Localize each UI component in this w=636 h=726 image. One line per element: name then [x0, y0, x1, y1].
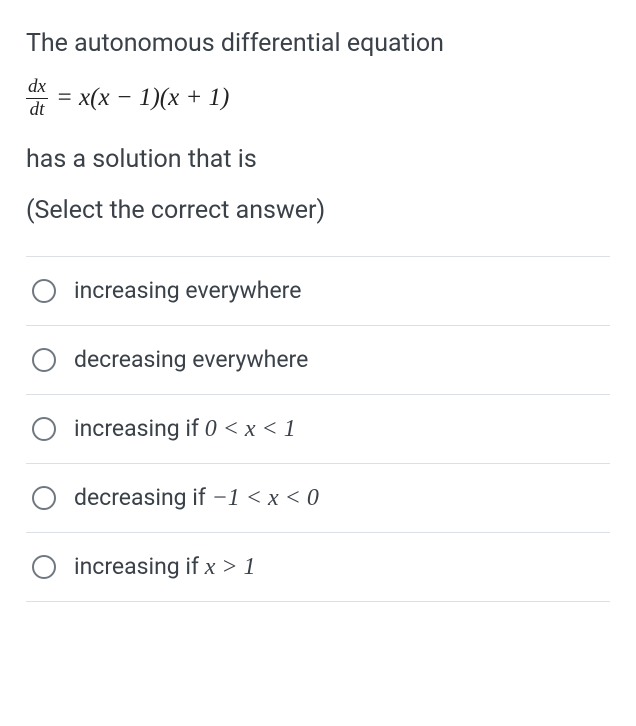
option-math: 0 < x < 1 — [205, 416, 296, 442]
fraction-dx-dt: dx dt — [26, 77, 48, 120]
option-math: −1 < x < 0 — [212, 485, 319, 511]
options-list: increasing everywhere decreasing everywh… — [26, 256, 610, 602]
radio-icon — [32, 279, 56, 303]
radio-icon — [32, 555, 56, 579]
question-line-2: has a solution that is — [26, 142, 610, 177]
question-line-1: The autonomous differential equation — [26, 26, 610, 61]
option-text: decreasing everywhere — [74, 346, 308, 373]
fraction-numerator: dx — [26, 77, 48, 97]
option-5[interactable]: increasing if x > 1 — [26, 532, 610, 602]
option-text: increasing if — [74, 553, 205, 580]
option-text: increasing everywhere — [74, 277, 301, 304]
fraction-denominator: dt — [28, 100, 47, 120]
equation: dx dt = x(x − 1)(x + 1) — [26, 77, 610, 120]
option-content: increasing if 0 < x < 1 — [74, 415, 296, 443]
question-instruction: (Select the correct answer) — [26, 193, 610, 228]
option-content: decreasing if −1 < x < 0 — [74, 484, 319, 512]
option-1[interactable]: increasing everywhere — [26, 256, 610, 325]
option-content: decreasing everywhere — [74, 346, 308, 374]
option-math: x > 1 — [205, 554, 256, 580]
option-4[interactable]: decreasing if −1 < x < 0 — [26, 463, 610, 532]
radio-icon — [32, 348, 56, 372]
radio-icon — [32, 417, 56, 441]
option-text: increasing if — [74, 415, 205, 442]
option-text: decreasing if — [74, 484, 212, 511]
question-container: The autonomous differential equation dx … — [0, 0, 636, 612]
radio-icon — [32, 486, 56, 510]
equation-rhs: = x(x − 1)(x + 1) — [56, 84, 229, 112]
option-2[interactable]: decreasing everywhere — [26, 325, 610, 394]
option-content: increasing everywhere — [74, 277, 301, 305]
option-content: increasing if x > 1 — [74, 553, 256, 581]
option-3[interactable]: increasing if 0 < x < 1 — [26, 394, 610, 463]
